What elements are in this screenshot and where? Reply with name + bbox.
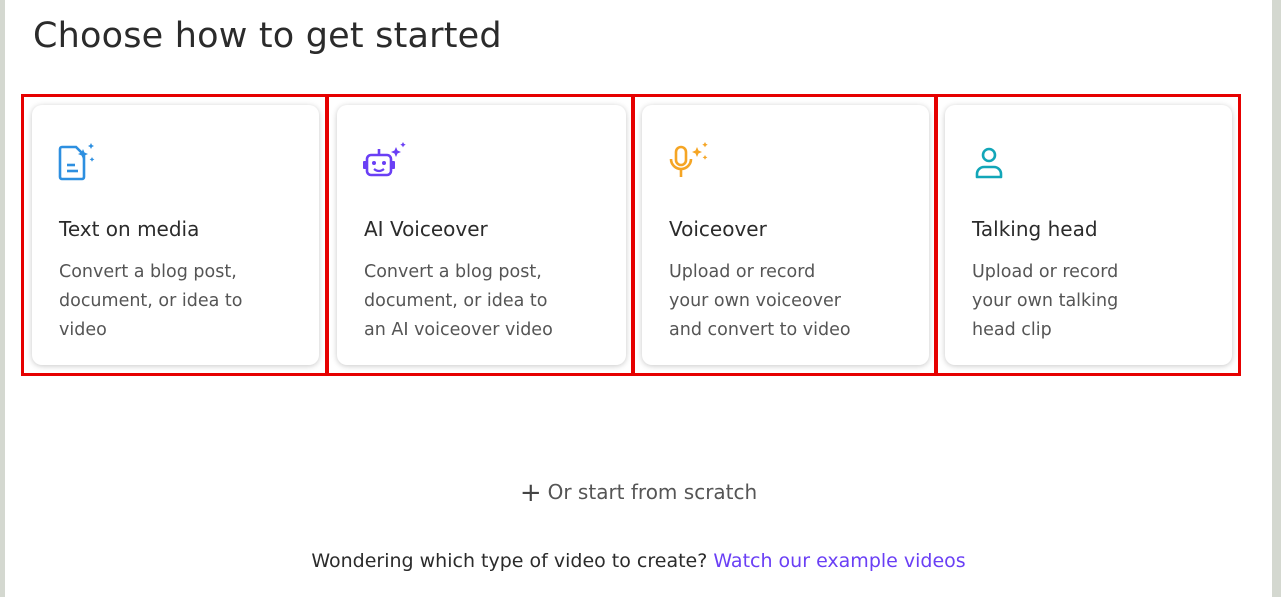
- plus-icon: +: [519, 478, 542, 508]
- options-grid: Text on media Convert a blog post, docum…: [21, 94, 1241, 382]
- card-text-on-media[interactable]: Text on media Convert a blog post, docum…: [32, 105, 319, 365]
- card-description: Convert a blog post, document, or idea t…: [59, 262, 243, 340]
- card-title: AI Voiceover: [364, 217, 488, 241]
- card-title: Text on media: [59, 217, 200, 241]
- card-highlight-ai-voiceover: AI Voiceover Convert a blog post, docume…: [326, 94, 635, 376]
- card-title: Talking head: [972, 217, 1098, 241]
- start-from-scratch-label: Or start from scratch: [547, 480, 758, 504]
- help-text: Wondering which type of video to create?…: [5, 550, 1272, 572]
- card-highlight-text-on-media: Text on media Convert a blog post, docum…: [21, 94, 328, 376]
- card-description: Upload or record your own talking head c…: [972, 262, 1119, 340]
- card-description: Convert a blog post, document, or idea t…: [364, 262, 553, 340]
- page-title: Choose how to get started: [33, 16, 502, 56]
- help-question: Wondering which type of video to create?: [311, 550, 708, 572]
- document-sparkle-icon: [58, 141, 95, 181]
- example-videos-link[interactable]: Watch our example videos: [713, 550, 965, 572]
- card-highlight-voiceover: Voiceover Upload or record your own voic…: [631, 94, 938, 376]
- card-voiceover[interactable]: Voiceover Upload or record your own voic…: [642, 105, 929, 365]
- person-icon: [971, 141, 1005, 181]
- card-talking-head[interactable]: Talking head Upload or record your own t…: [945, 105, 1232, 365]
- main-panel: Choose how to get started Text on media: [5, 0, 1272, 597]
- robot-sparkle-icon: [363, 141, 406, 181]
- card-highlight-talking-head: Talking head Upload or record your own t…: [934, 94, 1241, 376]
- microphone-sparkle-icon: [668, 141, 708, 181]
- card-description: Upload or record your own voiceover and …: [669, 262, 851, 340]
- start-from-scratch-button[interactable]: + Or start from scratch: [5, 478, 1272, 508]
- card-title: Voiceover: [669, 217, 767, 241]
- card-ai-voiceover[interactable]: AI Voiceover Convert a blog post, docume…: [337, 105, 626, 365]
